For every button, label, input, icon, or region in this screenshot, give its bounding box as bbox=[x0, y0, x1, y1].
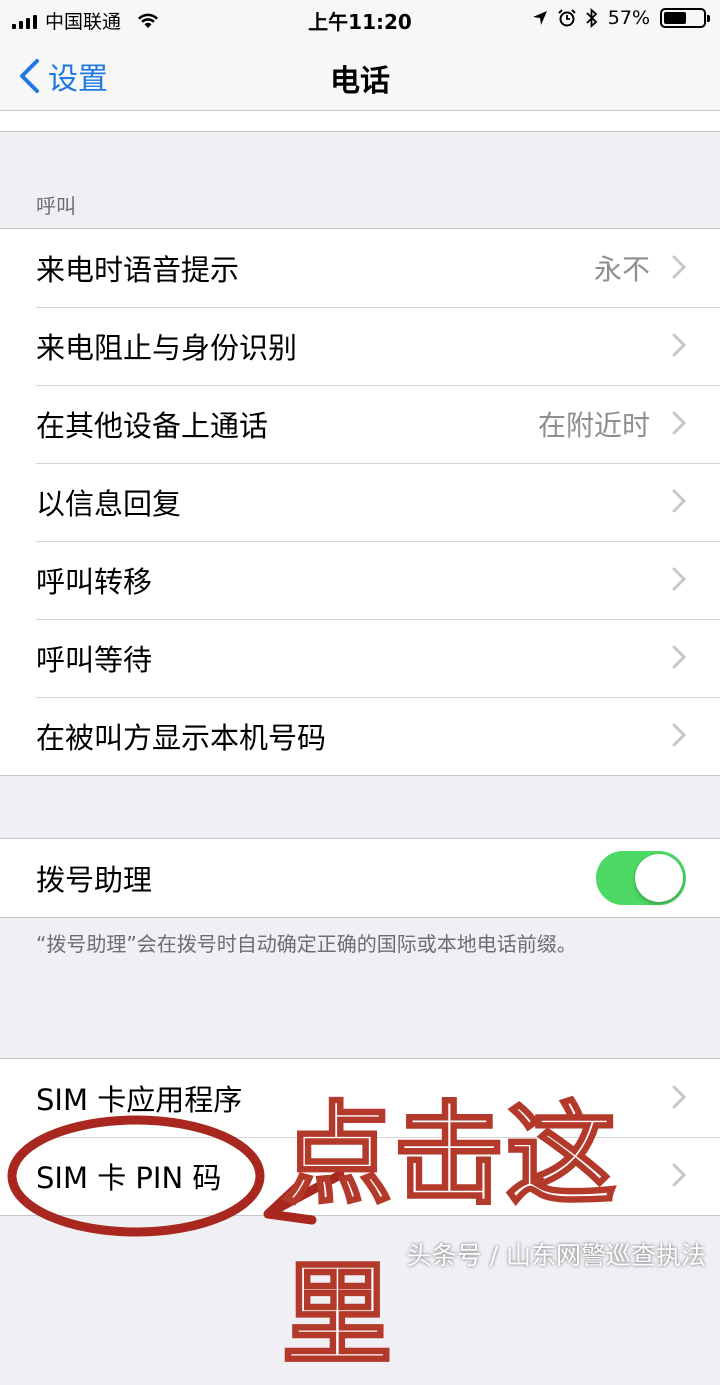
toggle-knob bbox=[635, 854, 683, 902]
row-label: 拨号助理 bbox=[36, 863, 153, 897]
bluetooth-icon bbox=[586, 8, 598, 28]
row-label: 呼叫转移 bbox=[36, 565, 153, 599]
row-value: 在附近时 bbox=[537, 409, 650, 442]
location-icon bbox=[532, 11, 547, 25]
row-calls-on-other-devices[interactable]: 在其他设备上通话 在附近时 bbox=[0, 385, 720, 463]
alarm-icon bbox=[558, 9, 576, 27]
chevron-right-icon bbox=[672, 255, 686, 279]
row-voice-announce-calls[interactable]: 来电时语音提示 永不 bbox=[0, 229, 720, 307]
battery-icon bbox=[660, 8, 710, 28]
chevron-right-icon bbox=[672, 723, 686, 747]
chevron-right-icon bbox=[672, 567, 686, 591]
chevron-right-icon bbox=[672, 489, 686, 513]
row-value: 永不 bbox=[593, 253, 650, 286]
row-dial-assist: 拨号助理 bbox=[0, 839, 720, 917]
row-label: 在其他设备上通话 bbox=[36, 409, 269, 443]
previous-group-edge bbox=[0, 111, 720, 132]
row-call-blocking[interactable]: 来电阻止与身份识别 bbox=[0, 307, 720, 385]
navigation-bar: 设置 电话 bbox=[0, 38, 720, 111]
page-title: 电话 bbox=[330, 64, 390, 99]
calls-group: 来电时语音提示 永不 来电阻止与身份识别 在其他设备上通话 在附近时 以信息回复… bbox=[0, 228, 720, 776]
row-show-caller-id[interactable]: 在被叫方显示本机号码 bbox=[0, 697, 720, 775]
status-bar: 中国联通 上午11:20 57% bbox=[0, 0, 720, 38]
status-right: 57% bbox=[532, 7, 710, 29]
row-label: 在被叫方显示本机号码 bbox=[36, 721, 327, 755]
dial-assist-footnote: “拨号助理”会在拨号时自动确定正确的国际或本地电话前缀。 bbox=[36, 932, 577, 956]
dial-assist-group: 拨号助理 bbox=[0, 838, 720, 918]
watermark: 头条号 / 山东网警巡查执法 bbox=[406, 1241, 706, 1270]
chevron-right-icon bbox=[672, 411, 686, 435]
battery-fill bbox=[664, 12, 686, 24]
chevron-right-icon bbox=[672, 645, 686, 669]
row-label: 来电时语音提示 bbox=[36, 253, 240, 287]
row-call-forwarding[interactable]: 呼叫转移 bbox=[0, 541, 720, 619]
annotation-text: 点击这里 bbox=[281, 1090, 618, 1381]
row-label: 来电阻止与身份识别 bbox=[36, 331, 298, 365]
dial-assist-toggle[interactable] bbox=[596, 851, 686, 905]
row-label: 呼叫等待 bbox=[36, 643, 153, 677]
battery-percent: 57% bbox=[607, 7, 650, 29]
chevron-right-icon bbox=[672, 333, 686, 357]
row-respond-with-text[interactable]: 以信息回复 bbox=[0, 463, 720, 541]
section-header-calls: 呼叫 bbox=[36, 194, 76, 218]
row-call-waiting[interactable]: 呼叫等待 bbox=[0, 619, 720, 697]
row-label: 以信息回复 bbox=[36, 487, 182, 521]
